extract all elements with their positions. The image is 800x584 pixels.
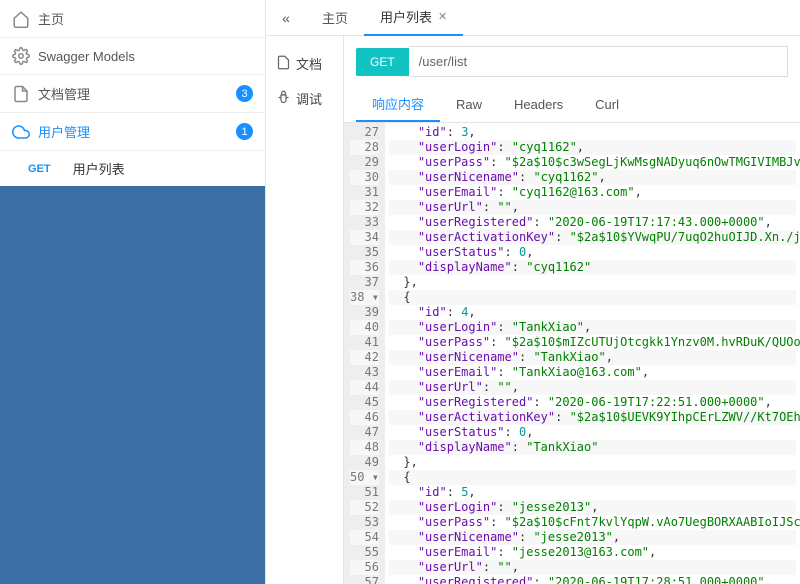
response-tabs: 响应内容RawHeadersCurl (344, 87, 800, 123)
view-mode-sidebar: 文档调试 (266, 36, 344, 584)
view-mode-label: 调试 (296, 89, 322, 108)
sidebar-item-label: 文档管理 (38, 84, 90, 103)
response-tab-headers[interactable]: Headers (498, 86, 579, 122)
tabs: « 主页 用户列表 ✕ (266, 0, 800, 36)
sidebar-item-3[interactable]: 用户管理 1 (0, 113, 265, 151)
cog-icon (12, 47, 30, 65)
sidebar-item-2[interactable]: 文档管理 3 (0, 75, 265, 113)
line-gutter: 272829303132333435363738 ▾39404142434445… (344, 123, 385, 584)
response-tab-响应内容[interactable]: 响应内容 (356, 86, 440, 122)
sidebar-item-1[interactable]: Swagger Models (0, 38, 265, 75)
close-icon[interactable]: ✕ (438, 10, 447, 23)
sidebar-subitem[interactable]: GET 用户列表 (0, 151, 265, 186)
content: GET /user/list 响应内容RawHeadersCurl 272829… (344, 36, 800, 584)
main-area: « 主页 用户列表 ✕ 文档调试 GET /user/list 响应内容RawHea… (265, 0, 800, 584)
view-mode-0[interactable]: 文档 (266, 46, 343, 81)
sidebar: 主页 Swagger Models 文档管理 3 用户管理 1 GET 用户列表 (0, 0, 265, 584)
sidebar-item-label: 主页 (38, 9, 64, 28)
http-method-badge: GET (356, 48, 409, 76)
response-tab-curl[interactable]: Curl (579, 86, 635, 122)
sidebar-item-label: 用户管理 (38, 122, 90, 141)
request-path-input[interactable]: /user/list (409, 46, 788, 77)
view-mode-label: 文档 (296, 54, 322, 73)
sidebar-item-0[interactable]: 主页 (0, 0, 265, 38)
tab-label: 主页 (322, 8, 348, 27)
tab-label: 用户列表 (380, 7, 432, 26)
count-badge: 3 (236, 85, 253, 102)
http-method-badge: GET (28, 163, 51, 175)
doc-icon (12, 85, 30, 103)
response-tab-raw[interactable]: Raw (440, 86, 498, 122)
response-body-viewer[interactable]: 272829303132333435363738 ▾39404142434445… (344, 123, 800, 584)
tab-0[interactable]: 主页 (306, 0, 364, 36)
collapse-sidebar-button[interactable]: « (266, 10, 306, 26)
count-badge: 1 (236, 123, 253, 140)
file-icon (276, 55, 291, 73)
bug-icon (276, 90, 291, 108)
cloud-icon (12, 123, 30, 141)
code-content: "id": 3, "userLogin": "cyq1162", "userPa… (385, 123, 800, 584)
request-bar: GET /user/list (344, 36, 800, 87)
tab-1[interactable]: 用户列表 ✕ (364, 0, 463, 36)
view-mode-1[interactable]: 调试 (266, 81, 343, 116)
sidebar-item-label: Swagger Models (38, 49, 135, 64)
home-icon (12, 10, 30, 28)
sidebar-subitem-label: 用户列表 (73, 159, 125, 178)
